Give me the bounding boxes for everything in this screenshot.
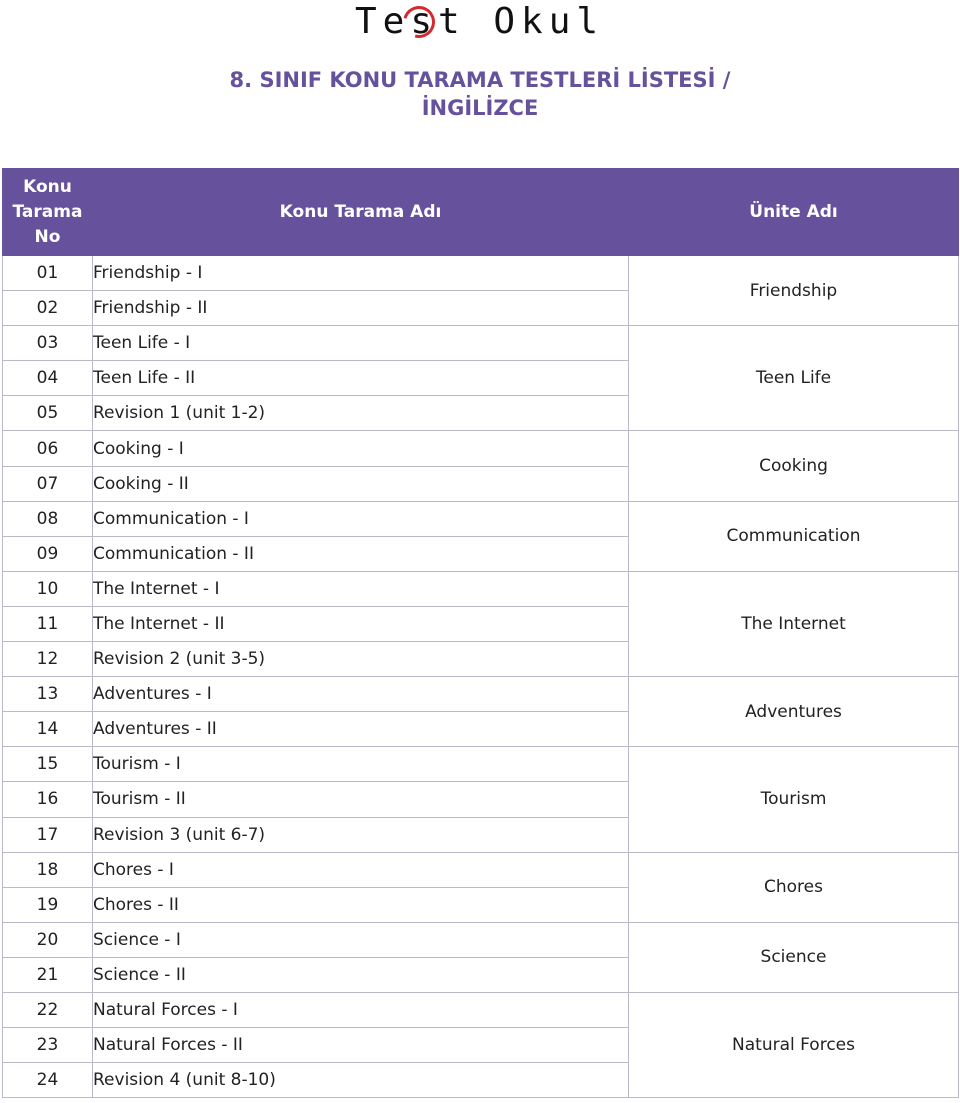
table-row: 13 Adventures - I Adventures [2,676,959,748]
page-title: 8. SINIF KONU TARAMA TESTLERİ LİSTESİ / [229,68,731,92]
table-row: 03 Teen Life - I Teen Life [2,325,959,432]
test-name: Tourism - I [92,746,629,783]
row-number: 09 [2,535,93,572]
test-name: Revision 2 (unit 3-5) [92,641,629,678]
test-list-table: Konu Tarama No Konu Tarama Adı Ünite Adı… [2,168,959,1099]
table-row: 20 Science - I Science [2,921,959,993]
row-number: 12 [2,641,93,678]
test-name: The Internet - II [92,605,629,643]
row-number: 11 [2,605,93,643]
test-name: Friendship - I [92,254,629,292]
row-number: 10 [2,570,93,607]
row-number: 20 [2,921,93,958]
test-name: Tourism - II [92,781,629,818]
test-name: Chores - II [92,886,629,923]
test-name: Revision 1 (unit 1-2) [92,395,629,432]
test-name: Friendship - II [92,290,629,327]
unit-name: Communication [628,500,959,572]
row-number: 16 [2,781,93,818]
table-row: 15 Tourism - I Tourism [2,746,959,853]
row-number: 19 [2,886,93,923]
unit-name: Cooking [628,430,959,502]
table-row: 01 Friendship - I Friendship [2,254,959,327]
table-header-row: Konu Tarama No Konu Tarama Adı Ünite Adı [2,168,959,256]
unit-name: Adventures [628,676,959,748]
test-name: Adventures - II [92,711,629,748]
table-row: 06 Cooking - I Cooking [2,430,959,502]
row-number: 21 [2,956,93,993]
row-number: 17 [2,816,93,853]
header-name: Konu Tarama Adı [92,168,629,256]
row-number: 02 [2,290,93,327]
row-number: 15 [2,746,93,783]
row-number: 23 [2,1027,93,1064]
header-no: Konu Tarama No [2,168,93,256]
table-row: 10 The Internet - I The Internet [2,570,959,678]
row-number: 22 [2,991,93,1029]
row-number: 13 [2,676,93,713]
test-name: Communication - II [92,535,629,572]
table-row: 18 Chores - I Chores [2,851,959,923]
header-unit: Ünite Adı [628,168,959,256]
unit-name: The Internet [628,570,959,678]
row-number: 04 [2,360,93,397]
test-name: Adventures - I [92,676,629,713]
table-row: 08 Communication - I Communication [2,500,959,572]
row-number: 06 [2,430,93,467]
test-name: Chores - I [92,851,629,888]
unit-name: Natural Forces [628,991,959,1099]
row-number: 18 [2,851,93,888]
row-number: 14 [2,711,93,748]
row-number: 24 [2,1062,93,1099]
unit-name: Chores [628,851,959,923]
row-number: 03 [2,325,93,362]
logo-text: Test Okul [355,1,605,42]
test-name: Cooking - I [92,430,629,467]
row-number: 01 [2,254,93,292]
table-body: 01 Friendship - I Friendship 02 Friendship -… [2,254,959,1099]
unit-name: Teen Life [628,325,959,432]
test-name: Revision 4 (unit 8-10) [92,1062,629,1099]
test-name: The Internet - I [92,570,629,607]
test-name: Teen Life - II [92,360,629,397]
unit-name: Friendship [628,254,959,327]
row-number: 07 [2,465,93,502]
page-subtitle: İNGİLİZCE [421,96,539,120]
test-name: Revision 3 (unit 6-7) [92,816,629,853]
logo: Test Okul [355,0,605,46]
test-name: Science - II [92,956,629,993]
test-name: Natural Forces - II [92,1027,629,1064]
row-number: 08 [2,500,93,537]
table-row: 22 Natural Forces - I Natural Forces [2,991,959,1099]
test-name: Natural Forces - I [92,991,629,1029]
unit-name: Science [628,921,959,993]
test-name: Science - I [92,921,629,958]
unit-name: Tourism [628,746,959,853]
header-no-label: Konu Tarama No [12,176,83,247]
test-name: Teen Life - I [92,325,629,362]
row-number: 05 [2,395,93,432]
test-name: Cooking - II [92,465,629,502]
test-name: Communication - I [92,500,629,537]
